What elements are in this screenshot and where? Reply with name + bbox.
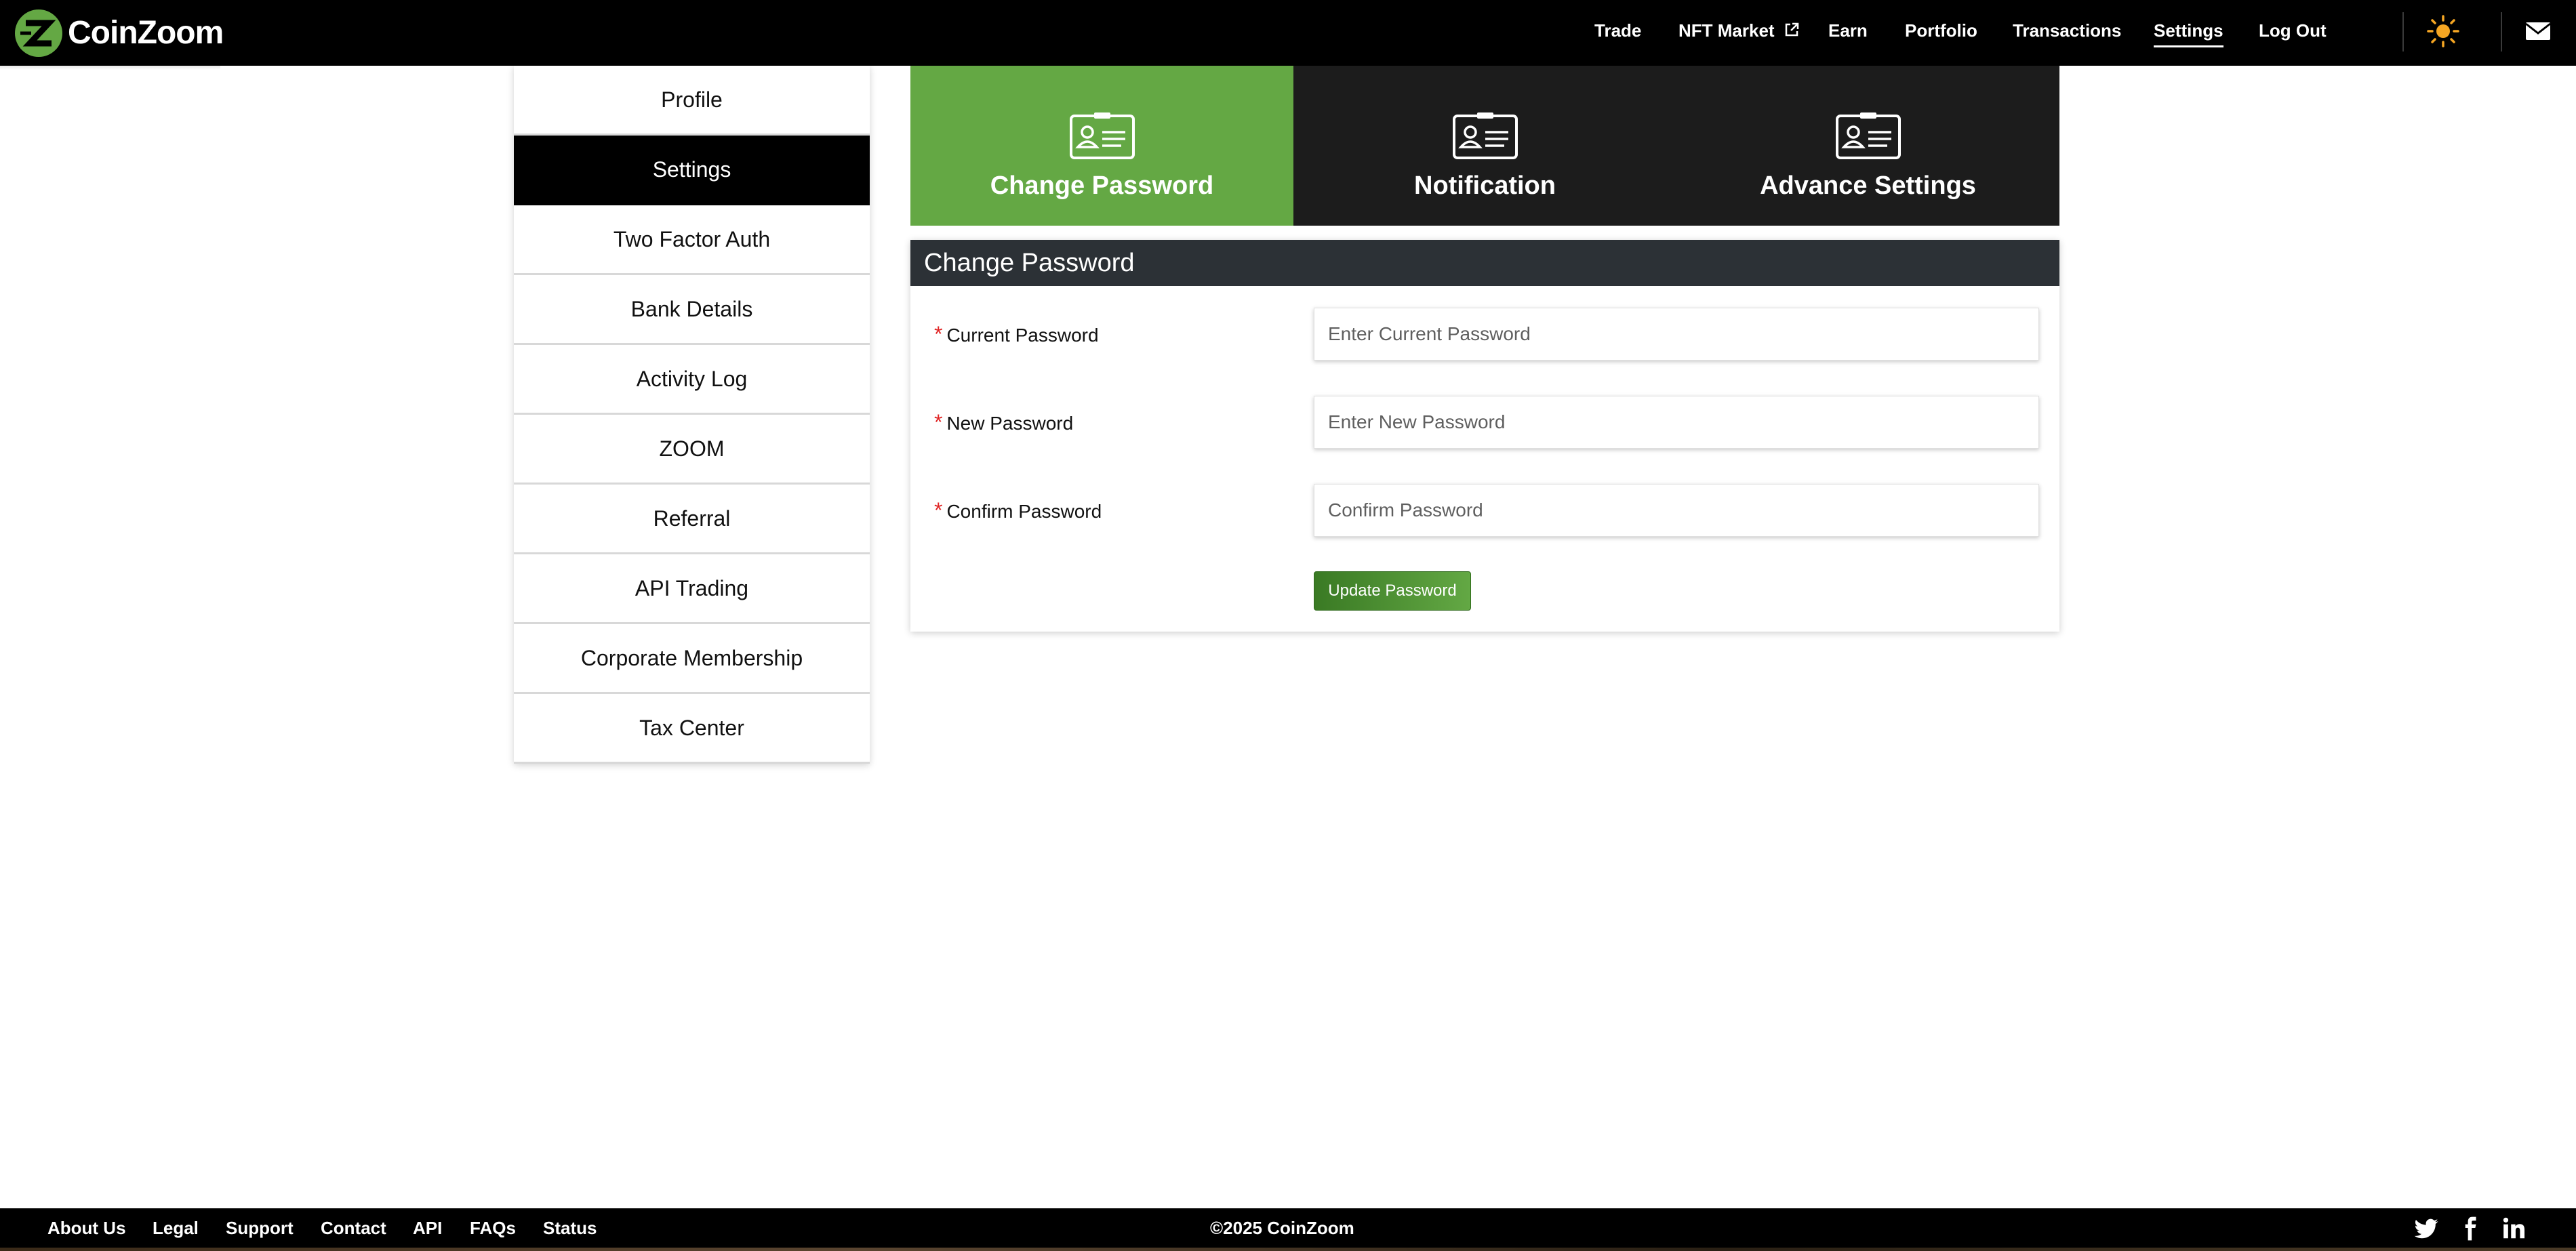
nav-portfolio[interactable]: Portfolio xyxy=(1905,0,1977,61)
top-navbar: CoinZoom Trade NFT Market Earn Portfolio… xyxy=(0,0,2576,66)
tab-notification-label: Notification xyxy=(1414,171,1556,200)
footer-strip xyxy=(0,1248,2576,1251)
footer-link-api[interactable]: API xyxy=(413,1208,442,1248)
form-row-new-password: * New Password xyxy=(910,394,2059,450)
external-link-icon xyxy=(1785,22,1799,37)
sidebar-item-profile[interactable]: Profile xyxy=(514,66,870,136)
sidebar-item-settings[interactable]: Settings xyxy=(514,136,870,205)
tab-advance-settings[interactable]: Advance Settings xyxy=(1676,66,2059,226)
footer-link-faqs[interactable]: FAQs xyxy=(470,1208,516,1248)
sidebar-item-tax-center[interactable]: Tax Center xyxy=(514,694,870,764)
sidebar-item-two-factor-auth[interactable]: Two Factor Auth xyxy=(514,205,870,275)
brand-name: CoinZoom xyxy=(68,15,224,51)
sidebar-item-referral[interactable]: Referral xyxy=(514,485,870,554)
facebook-icon[interactable] xyxy=(2457,1216,2482,1242)
new-password-label-text: New Password xyxy=(946,413,1074,434)
coinzoom-logo-icon xyxy=(15,9,62,57)
new-password-input[interactable] xyxy=(1314,396,2039,449)
id-card-icon xyxy=(1452,112,1518,159)
confirm-password-label-text: Confirm Password xyxy=(946,501,1102,522)
nav-divider xyxy=(2402,12,2404,52)
sun-icon[interactable] xyxy=(2424,12,2462,50)
nav-divider xyxy=(2501,12,2502,52)
form-row-current-password: * Current Password xyxy=(910,306,2059,362)
id-card-icon xyxy=(1069,112,1135,159)
required-marker: * xyxy=(934,322,943,346)
nav-settings[interactable]: Settings xyxy=(2154,0,2223,61)
linkedin-icon[interactable] xyxy=(2501,1216,2527,1242)
nav-nft-market[interactable]: NFT Market xyxy=(1678,0,1800,61)
confirm-password-label: * Confirm Password xyxy=(934,483,1102,538)
nav-log-out[interactable]: Log Out xyxy=(2259,0,2327,61)
nav-transactions[interactable]: Transactions xyxy=(2013,0,2121,61)
id-card-icon xyxy=(1835,112,1901,159)
footer-link-status[interactable]: Status xyxy=(543,1208,597,1248)
nav-nft-market-label: NFT Market xyxy=(1678,20,1775,41)
current-password-label-text: Current Password xyxy=(946,325,1099,346)
tab-advance-settings-label: Advance Settings xyxy=(1760,171,1976,200)
twitter-icon[interactable] xyxy=(2413,1216,2439,1242)
confirm-password-input[interactable] xyxy=(1314,484,2039,537)
logo-shadow xyxy=(0,66,220,70)
nav-earn[interactable]: Earn xyxy=(1828,0,1868,61)
required-marker: * xyxy=(934,410,943,434)
envelope-icon[interactable] xyxy=(2519,12,2557,50)
sidebar-item-api-trading[interactable]: API Trading xyxy=(514,554,870,624)
tab-change-password[interactable]: Change Password xyxy=(910,66,1293,226)
current-password-input[interactable] xyxy=(1314,308,2039,361)
footer-link-about-us[interactable]: About Us xyxy=(47,1208,126,1248)
footer-link-legal[interactable]: Legal xyxy=(153,1208,199,1248)
new-password-label: * New Password xyxy=(934,394,1073,450)
required-marker: * xyxy=(934,498,943,522)
nav-trade[interactable]: Trade xyxy=(1594,0,1641,61)
settings-sidebar: Profile Settings Two Factor Auth Bank De… xyxy=(514,66,870,764)
current-password-label: * Current Password xyxy=(934,306,1099,362)
sidebar-item-activity-log[interactable]: Activity Log xyxy=(514,345,870,415)
tab-notification[interactable]: Notification xyxy=(1293,66,1676,226)
update-password-button[interactable]: Update Password xyxy=(1314,571,1471,611)
footer-link-support[interactable]: Support xyxy=(226,1208,294,1248)
footer: About Us Legal Support Contact API FAQs … xyxy=(0,1208,2576,1251)
tab-change-password-label: Change Password xyxy=(990,171,1214,200)
panel-title: Change Password xyxy=(910,240,2059,286)
change-password-panel: Change Password * Current Password * New P… xyxy=(910,240,2059,632)
form-row-confirm-password: * Confirm Password xyxy=(910,483,2059,538)
footer-link-contact[interactable]: Contact xyxy=(321,1208,386,1248)
coinzoom-logo[interactable]: CoinZoom xyxy=(14,7,224,59)
sidebar-item-corporate-membership[interactable]: Corporate Membership xyxy=(514,624,870,694)
sidebar-item-zoom[interactable]: ZOOM xyxy=(514,415,870,485)
sidebar-item-bank-details[interactable]: Bank Details xyxy=(514,275,870,345)
settings-tabs: Change Password Notification Advance Set… xyxy=(910,66,2059,226)
copyright-text: ©2025 CoinZoom xyxy=(1210,1218,1354,1238)
